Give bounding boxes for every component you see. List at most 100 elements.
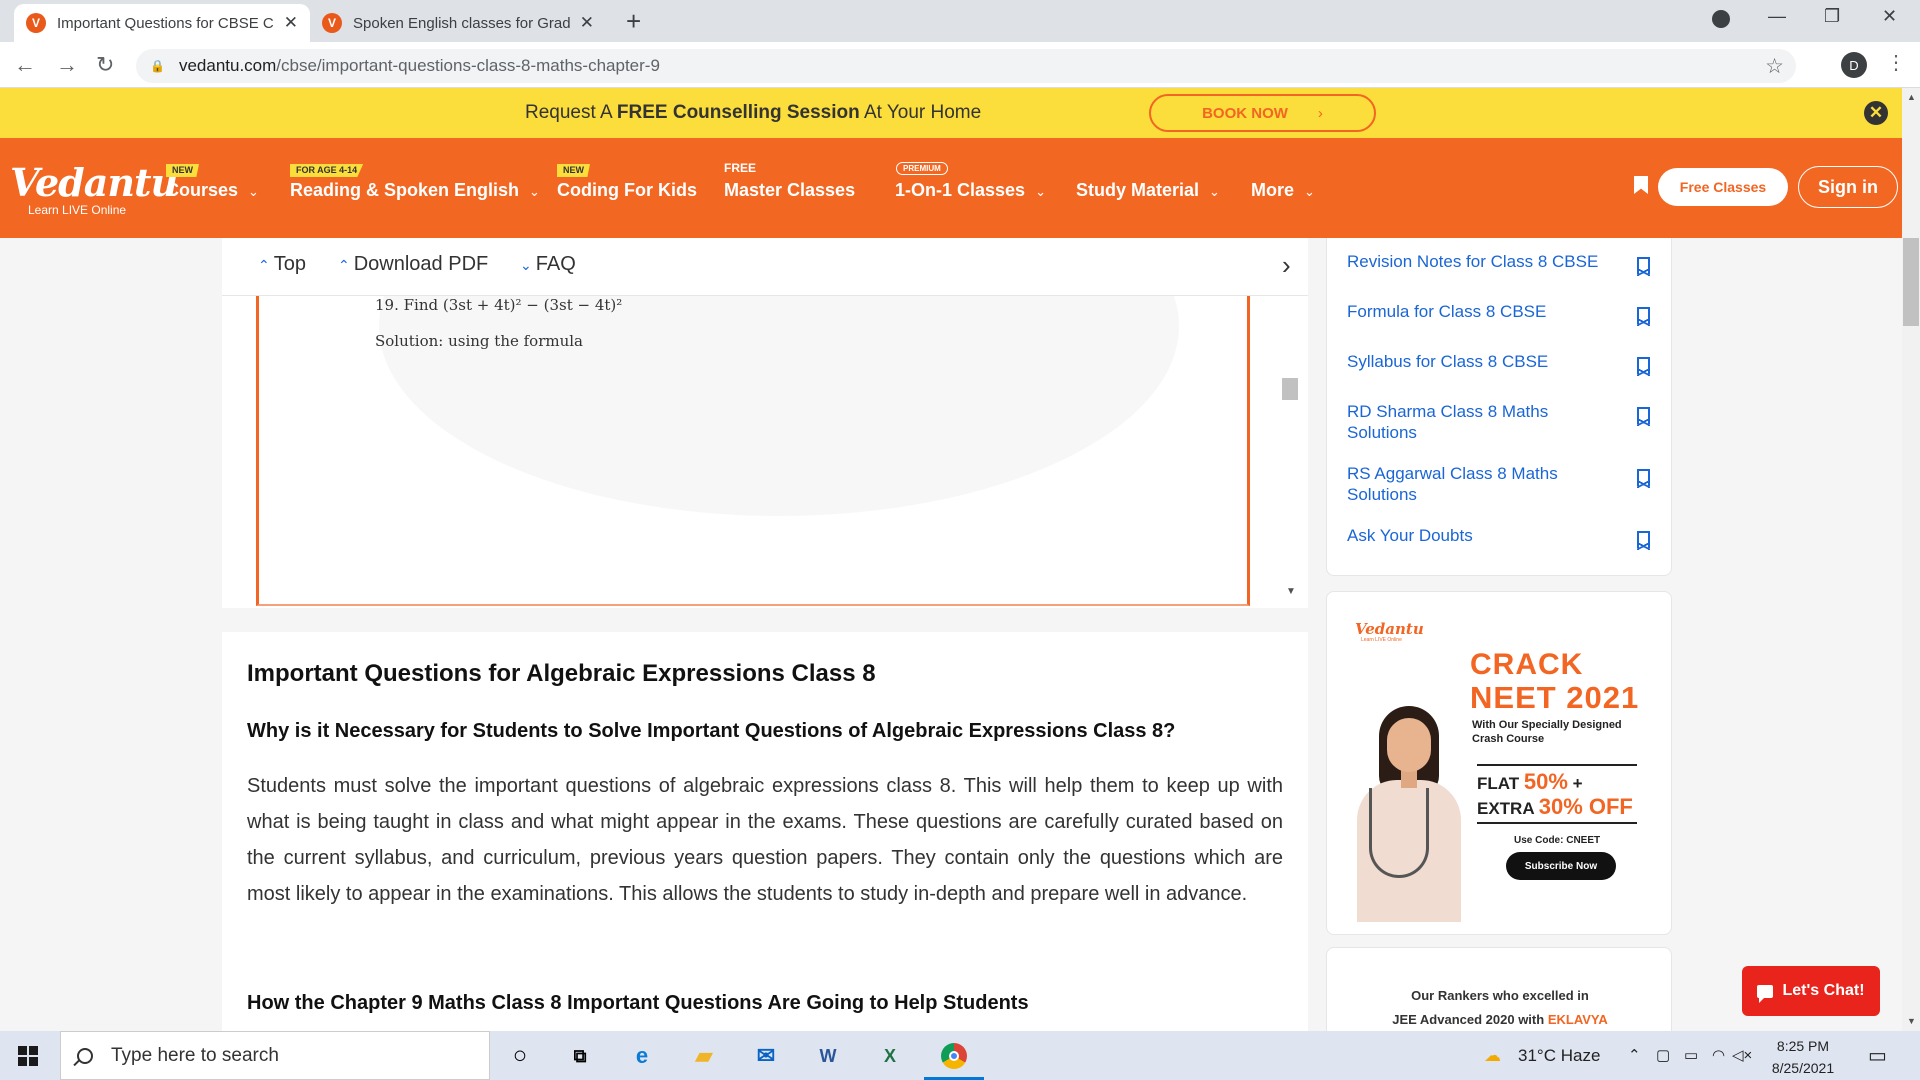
article-subheading: Why is it Necessary for Students to Solv… bbox=[247, 720, 1176, 742]
ad-offer: FLAT 50% + EXTRA 30% OFF bbox=[1477, 769, 1633, 819]
chevron-down-icon: ⌄ bbox=[1209, 184, 1220, 199]
ad-vedantu-logo: Vedantu bbox=[1355, 620, 1424, 638]
close-tab-icon[interactable]: ✕ bbox=[284, 13, 298, 33]
search-icon bbox=[77, 1047, 93, 1064]
scroll-down-icon[interactable]: ▼ bbox=[1907, 1016, 1916, 1026]
chrome-menu-icon[interactable]: ⋮ bbox=[1886, 50, 1906, 75]
tab-spoken-english[interactable]: V Spoken English classes for Grade ✕ bbox=[310, 4, 606, 42]
window-close-icon[interactable]: ✕ bbox=[1882, 6, 1897, 27]
scroll-up-icon[interactable]: ▲ bbox=[1907, 92, 1916, 102]
chevron-right-icon[interactable]: › bbox=[1282, 250, 1291, 281]
bookmark-icon[interactable] bbox=[1637, 469, 1650, 488]
taskbar-clock[interactable]: 8:25 PM 8/25/2021 bbox=[1748, 1035, 1858, 1079]
subscribe-now-button[interactable]: Subscribe Now bbox=[1506, 852, 1616, 880]
weather-text[interactable]: 31°C Haze bbox=[1518, 1046, 1600, 1066]
sidebar-link-revision-notes[interactable]: Revision Notes for Class 8 CBSE bbox=[1347, 251, 1617, 272]
notifications-icon[interactable]: ▭ bbox=[1868, 1043, 1887, 1068]
reload-icon[interactable]: ↻ bbox=[96, 52, 114, 78]
address-bar[interactable]: 🔒 vedantu.com/cbse/important-questions-c… bbox=[136, 49, 1796, 83]
nav-reading-spoken-english[interactable]: Reading & Spoken English ⌄ bbox=[290, 180, 540, 201]
sidebar-link-rd-sharma[interactable]: RD Sharma Class 8 Maths Solutions bbox=[1347, 401, 1617, 443]
article-heading: Important Questions for Algebraic Expres… bbox=[247, 660, 876, 687]
close-tab-icon[interactable]: ✕ bbox=[580, 13, 594, 33]
nav-study-material[interactable]: Study Material ⌄ bbox=[1076, 180, 1220, 201]
neet-ad-banner[interactable]: Vedantu Learn LIVE Online CRACK NEET 202… bbox=[1326, 591, 1672, 935]
restore-icon[interactable]: ❐ bbox=[1824, 6, 1840, 27]
article-paragraph: Students must solve the important questi… bbox=[247, 775, 1283, 905]
new-tab-button[interactable]: + bbox=[626, 6, 641, 37]
bookmark-icon[interactable] bbox=[1637, 307, 1650, 326]
back-arrow-icon[interactable]: ← bbox=[14, 52, 36, 78]
pdf-solution: Solution: using the formula bbox=[375, 332, 584, 350]
edge-icon[interactable]: e bbox=[626, 1040, 658, 1072]
chevron-down-icon: ⌄ bbox=[529, 184, 540, 199]
rankers-line-1: Our Rankers who excelled in bbox=[1411, 988, 1589, 1003]
sidebar-link-formula[interactable]: Formula for Class 8 CBSE bbox=[1347, 301, 1617, 322]
sidebar-link-syllabus[interactable]: Syllabus for Class 8 CBSE bbox=[1347, 351, 1617, 372]
faq-link[interactable]: ⌄ FAQ bbox=[520, 253, 576, 276]
chrome-icon[interactable] bbox=[938, 1040, 970, 1072]
sidebar-link-ask-doubts[interactable]: Ask Your Doubts bbox=[1347, 525, 1617, 546]
nav-more[interactable]: More ⌄ bbox=[1251, 180, 1315, 201]
scroll-down-icon[interactable]: ▼ bbox=[1286, 586, 1296, 597]
browser-menu-icon[interactable] bbox=[1712, 10, 1730, 28]
nav-courses[interactable]: Courses ⌄ bbox=[166, 180, 259, 201]
pdf-scroll-thumb[interactable] bbox=[1282, 378, 1298, 400]
nav-coding-for-kids[interactable]: Coding For Kids bbox=[557, 180, 697, 201]
section-subnav: ⌃ Top ⌃ Download PDF ⌄ FAQ › bbox=[222, 238, 1308, 296]
free-classes-button[interactable]: Free Classes bbox=[1658, 168, 1788, 206]
site-header: Vedantu Learn LIVE Online NEW Courses ⌄ F… bbox=[0, 138, 1902, 238]
meet-now-icon[interactable]: ▢ bbox=[1656, 1046, 1670, 1064]
bookmark-star-icon[interactable]: ☆ bbox=[1765, 54, 1784, 79]
windows-start-icon[interactable] bbox=[18, 1046, 38, 1066]
ad-logo-tagline: Learn LIVE Online bbox=[1361, 637, 1402, 643]
article-subheading-2: How the Chapter 9 Maths Class 8 Importan… bbox=[247, 992, 1029, 1014]
pdf-watermark bbox=[379, 296, 1179, 516]
book-now-button[interactable]: BOOK NOW › bbox=[1149, 94, 1376, 132]
ad-coupon-code: Use Code: CNEET bbox=[1514, 835, 1601, 846]
bookmark-icon[interactable] bbox=[1637, 531, 1650, 550]
wifi-icon[interactable]: ◠ bbox=[1712, 1046, 1725, 1064]
sidebar-link-rs-aggarwal[interactable]: RS Aggarwal Class 8 Maths Solutions bbox=[1347, 463, 1617, 505]
promo-text: Request A FREE Counselling Session At Yo… bbox=[525, 102, 982, 123]
mail-icon[interactable]: ✉ bbox=[750, 1040, 782, 1072]
bookmark-icon[interactable] bbox=[1637, 407, 1650, 426]
sign-in-button[interactable]: Sign in bbox=[1798, 166, 1898, 208]
tab-title: Spoken English classes for Grade bbox=[353, 14, 570, 32]
lets-chat-button[interactable]: Let's Chat! bbox=[1742, 966, 1880, 1016]
new-badge: NEW bbox=[166, 164, 199, 177]
bookmark-icon[interactable] bbox=[1637, 357, 1650, 376]
minimize-icon[interactable]: — bbox=[1768, 6, 1786, 27]
bookmark-icon[interactable] bbox=[1634, 176, 1648, 194]
task-view-icon[interactable]: ⧉ bbox=[564, 1040, 596, 1072]
bookmark-icon[interactable] bbox=[1637, 257, 1650, 276]
tray-overflow-icon[interactable]: ⌃ bbox=[1628, 1046, 1641, 1064]
page-scrollbar[interactable]: ▲ ▼ bbox=[1902, 88, 1920, 1031]
download-pdf-link[interactable]: ⌃ Download PDF bbox=[338, 253, 488, 276]
url-path: /cbse/important-questions-class-8-maths-… bbox=[276, 56, 660, 75]
chevron-up-icon: ⌃ bbox=[338, 257, 350, 273]
nav-master-classes[interactable]: Master Classes bbox=[724, 180, 855, 201]
pdf-scrollbar[interactable]: ▼ bbox=[1282, 296, 1300, 608]
cortana-icon[interactable]: ○ bbox=[504, 1040, 536, 1072]
page-scroll-thumb[interactable] bbox=[1903, 238, 1919, 326]
top-link[interactable]: ⌃ Top bbox=[258, 253, 306, 276]
browser-tab-bar: V Important Questions for CBSE Cl ✕ V Sp… bbox=[0, 0, 1920, 42]
excel-icon[interactable]: X bbox=[874, 1040, 906, 1072]
tab-important-questions[interactable]: V Important Questions for CBSE Cl ✕ bbox=[14, 4, 310, 42]
profile-avatar[interactable]: D bbox=[1841, 52, 1867, 78]
close-promo-icon[interactable]: ✕ bbox=[1864, 101, 1888, 125]
forward-arrow-icon[interactable]: → bbox=[56, 52, 78, 78]
nav-one-on-one-classes[interactable]: 1-On-1 Classes ⌄ bbox=[895, 180, 1046, 201]
taskbar-search-input[interactable]: Type here to search bbox=[60, 1031, 490, 1080]
file-explorer-icon[interactable]: ▰ bbox=[688, 1040, 720, 1072]
browser-toolbar: ← → ↻ 🔒 vedantu.com/cbse/important-quest… bbox=[0, 42, 1920, 88]
ad-neet-text: NEET 2021 bbox=[1470, 680, 1640, 715]
word-icon[interactable]: W bbox=[812, 1040, 844, 1072]
logo-tagline: Learn LIVE Online bbox=[28, 203, 127, 217]
free-label: FREE bbox=[724, 161, 757, 175]
weather-icon: ☁ bbox=[1484, 1046, 1501, 1065]
battery-icon[interactable]: ▭ bbox=[1684, 1046, 1698, 1064]
ad-divider bbox=[1477, 764, 1637, 766]
vedantu-logo[interactable]: Vedantu bbox=[10, 160, 178, 205]
